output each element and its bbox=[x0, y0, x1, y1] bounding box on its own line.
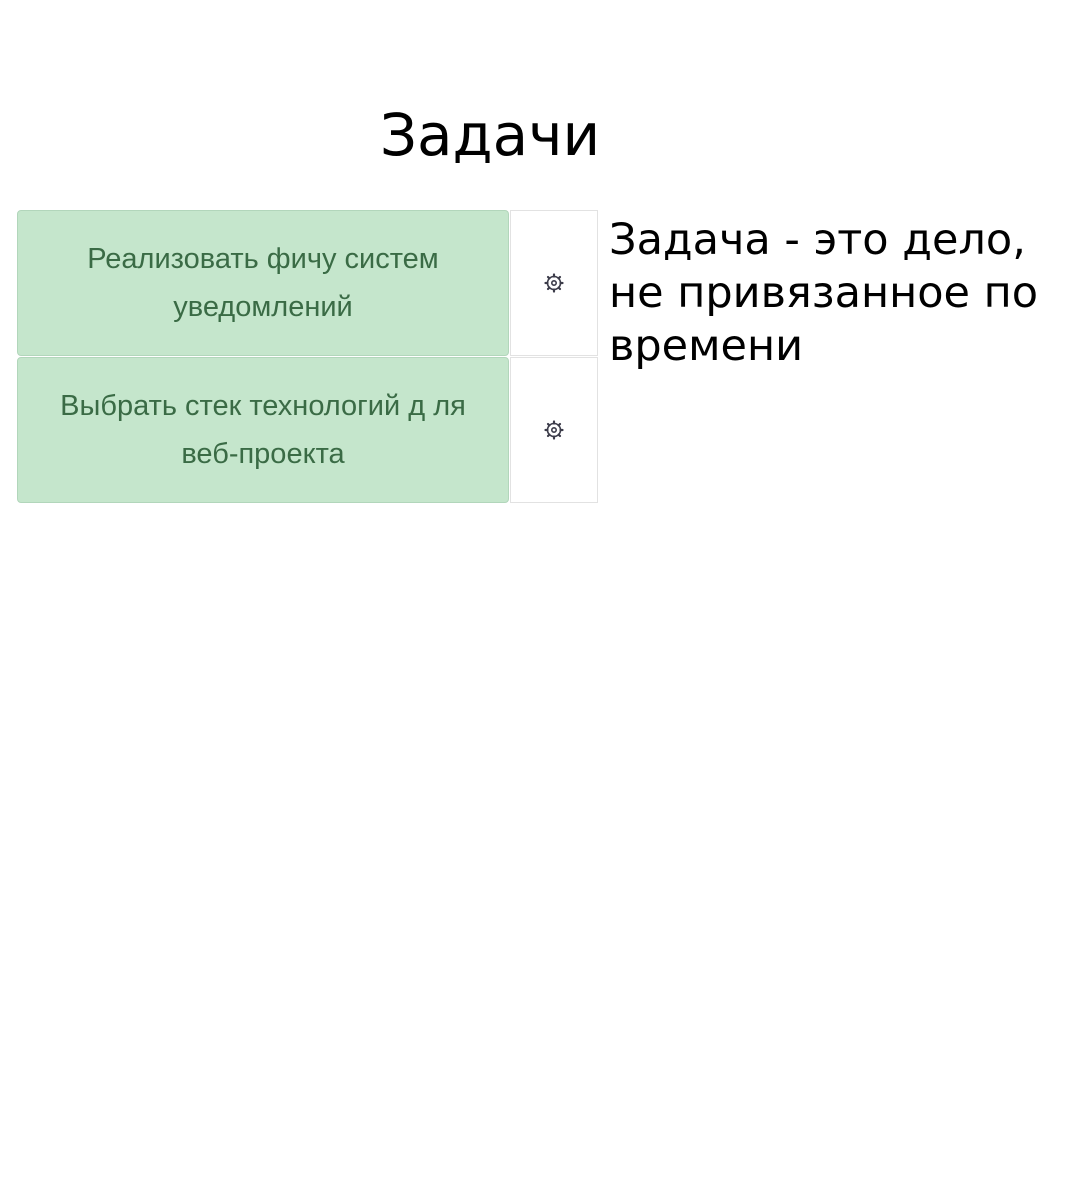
task-row: Реализовать фичу систем уведомлений bbox=[17, 210, 598, 356]
task-row: Выбрать стек технологий д ля веб-проекта bbox=[17, 357, 598, 503]
task-settings-button[interactable] bbox=[510, 210, 598, 356]
task-list: Реализовать фичу систем уведомлений Выбр… bbox=[17, 210, 598, 503]
task-settings-button[interactable] bbox=[510, 357, 598, 503]
task-card[interactable]: Выбрать стек технологий д ля веб-проекта bbox=[17, 357, 509, 503]
gear-icon bbox=[544, 420, 564, 440]
gear-icon bbox=[544, 273, 564, 293]
task-title: Выбрать стек технологий д ля веб-проекта bbox=[60, 390, 466, 470]
task-card[interactable]: Реализовать фичу систем уведомлений bbox=[17, 210, 509, 356]
task-description: Задача - это дело, не привязанное по вре… bbox=[609, 215, 1039, 371]
page-title: Задачи bbox=[379, 101, 601, 169]
task-title: Реализовать фичу систем уведомлений bbox=[87, 243, 439, 323]
